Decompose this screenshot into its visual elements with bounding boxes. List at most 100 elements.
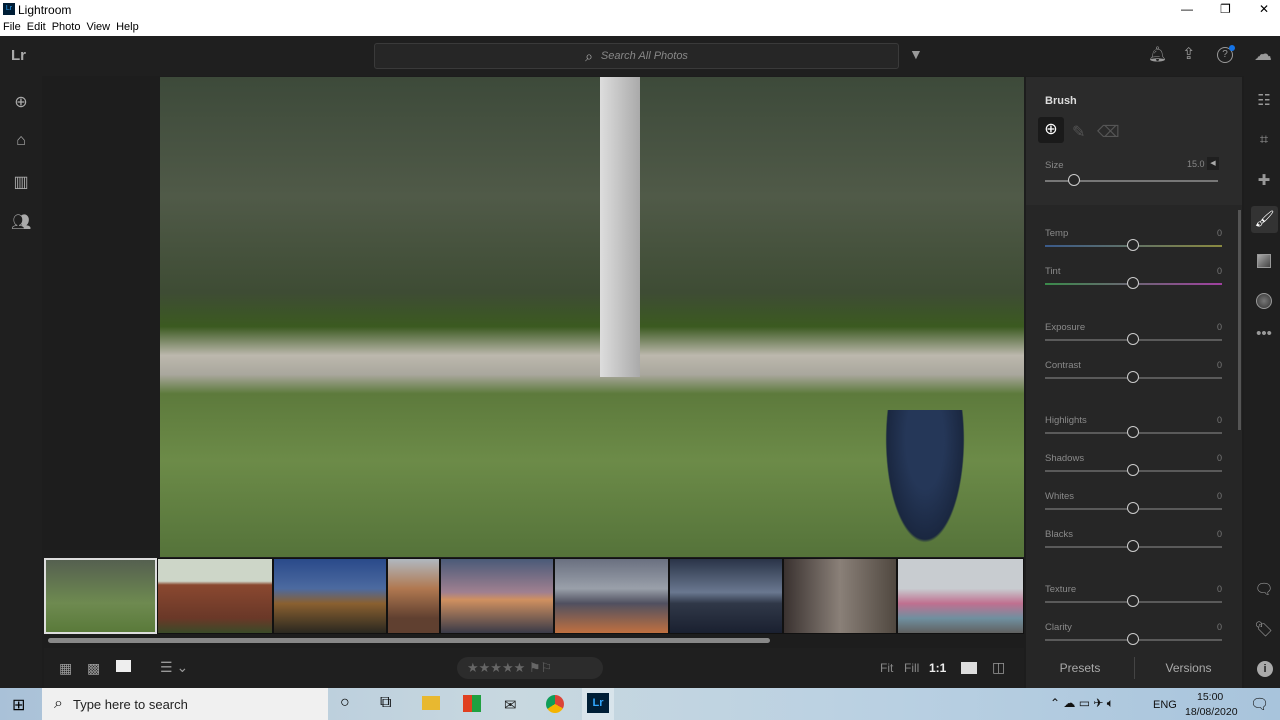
comment-icon[interactable]: 🗨︎ <box>1254 580 1274 600</box>
slider-knob[interactable] <box>1127 426 1139 438</box>
bottom-toolbar: ▦ ▩ ☰ ⌄ ★★★★★ ⚑⚐ Fit Fill 1:1 ◫ <box>44 648 1024 688</box>
window-title: Lightroom <box>18 3 72 17</box>
slider-knob[interactable] <box>1127 502 1139 514</box>
home-icon[interactable]: ⌂ <box>11 132 31 152</box>
zoom-1-1-button[interactable]: 1:1 <box>929 661 946 675</box>
slider-value[interactable]: 0 <box>1210 529 1222 539</box>
mail-icon[interactable]: ✉ <box>504 696 517 714</box>
compare-icon[interactable]: ◫ <box>992 659 1005 676</box>
notifications-icon[interactable]: 🗨︎ <box>1250 695 1269 713</box>
thumbnail[interactable] <box>44 558 157 634</box>
minimize-button[interactable]: — <box>1181 2 1193 16</box>
thumbnail[interactable] <box>387 558 440 634</box>
bell-icon[interactable]: 🔔︎ <box>1148 45 1167 63</box>
lightroom-taskbar-icon: Lr <box>587 693 609 713</box>
eraser-icon[interactable]: ⌫ <box>1097 122 1120 142</box>
size-slider-knob[interactable] <box>1068 174 1081 186</box>
thumbnail[interactable] <box>554 558 669 634</box>
slider-knob[interactable] <box>1127 277 1139 289</box>
slider-label: Blacks <box>1045 529 1073 540</box>
brush-add-icon[interactable]: ⊕ <box>1038 117 1064 143</box>
chrome-icon[interactable] <box>546 695 564 713</box>
search-input[interactable]: ⌕ Search All Photos <box>374 43 899 69</box>
slider-knob[interactable] <box>1127 464 1139 476</box>
sort-icon[interactable]: ☰ ⌄ <box>160 659 188 676</box>
presets-tab[interactable]: Presets <box>1026 661 1134 675</box>
menu-photo[interactable]: Photo <box>52 21 81 33</box>
store-icon[interactable] <box>463 695 481 712</box>
slider-value[interactable]: 0 <box>1210 228 1222 238</box>
slider-knob[interactable] <box>1127 371 1139 383</box>
clock-date[interactable]: 18/08/2020 <box>1185 706 1238 718</box>
taskbar-search-placeholder: Type here to search <box>72 696 188 712</box>
slider-value[interactable]: 0 <box>1210 266 1222 276</box>
task-view-icon[interactable]: ⧉ <box>380 694 391 712</box>
library-icon[interactable]: ▥ <box>11 172 31 192</box>
linear-gradient-icon[interactable] <box>1257 254 1271 268</box>
language-indicator[interactable]: ENG <box>1153 699 1177 711</box>
brush-paint-icon[interactable]: ✎ <box>1072 122 1085 142</box>
brush-tool-icon[interactable]: 🖌︎ <box>1251 206 1278 233</box>
slider-knob[interactable] <box>1127 595 1139 607</box>
thumbnail[interactable] <box>157 558 273 634</box>
slider-value[interactable]: 0 <box>1210 491 1222 501</box>
tray-icons[interactable]: ⌃ ☁ ▭ ✈ 🔈︎ <box>1050 696 1114 711</box>
grid-small-icon[interactable]: ▦ <box>59 660 72 677</box>
crop-icon[interactable]: ⌗ <box>1254 131 1274 151</box>
slider-value[interactable]: 0 <box>1210 453 1222 463</box>
taskbar-search-input[interactable]: ⌕ Type here to search <box>42 688 328 720</box>
people-icon[interactable]: 👥︎ <box>11 212 31 232</box>
edit-sliders-icon[interactable]: ☷ <box>1254 91 1274 111</box>
slider-value[interactable]: 0 <box>1210 622 1222 632</box>
cloud-icon[interactable]: ☁ <box>1254 44 1272 65</box>
menu-help[interactable]: Help <box>116 21 139 33</box>
panel-scrollbar[interactable] <box>1238 210 1241 430</box>
search-icon: ⌕ <box>54 695 63 712</box>
detail-view-icon[interactable] <box>116 660 131 672</box>
healing-icon[interactable]: ✚ <box>1254 171 1274 191</box>
more-icon[interactable]: ••• <box>1254 325 1274 345</box>
menu-file[interactable]: File <box>3 21 21 33</box>
menu-edit[interactable]: Edit <box>27 21 46 33</box>
thumbnail[interactable] <box>273 558 387 634</box>
size-collapse-icon[interactable]: ◀ <box>1207 157 1219 170</box>
maximize-button[interactable]: ❐ <box>1220 2 1231 16</box>
clock-time[interactable]: 15:00 <box>1197 691 1223 703</box>
filter-icon[interactable]: ▼ <box>909 46 923 62</box>
close-button[interactable]: ✕ <box>1259 2 1269 16</box>
thumbnail[interactable] <box>897 558 1024 634</box>
slider-label: Texture <box>1045 584 1077 595</box>
filmstrip-scrollbar[interactable] <box>48 638 770 643</box>
info-icon[interactable]: i <box>1257 661 1273 677</box>
slider-value[interactable]: 0 <box>1210 322 1222 332</box>
slider-label: Tint <box>1045 266 1061 277</box>
slider-knob[interactable] <box>1127 333 1139 345</box>
grid-large-icon[interactable]: ▩ <box>87 660 100 677</box>
slider-value[interactable]: 0 <box>1210 415 1222 425</box>
radial-gradient-icon[interactable] <box>1256 293 1272 309</box>
cortana-icon[interactable]: ○ <box>340 694 350 712</box>
slider-value[interactable]: 0 <box>1210 584 1222 594</box>
add-photos-icon[interactable]: ⊕ <box>11 92 31 112</box>
filmstrip-toggle-icon[interactable] <box>961 662 977 674</box>
menu-view[interactable]: View <box>86 21 110 33</box>
rating-flags[interactable]: ★★★★★ ⚑⚐ <box>457 657 603 679</box>
file-explorer-icon[interactable] <box>422 696 440 710</box>
slider-value[interactable]: 0 <box>1210 360 1222 370</box>
windows-start-icon[interactable]: ⊞ <box>12 695 25 715</box>
fit-button[interactable]: Fit <box>880 661 893 675</box>
share-icon[interactable]: ⇪ <box>1182 44 1195 64</box>
slider-knob[interactable] <box>1127 540 1139 552</box>
app-icon: Lr <box>3 3 15 15</box>
tag-icon[interactable]: 🏷︎ <box>1254 620 1274 640</box>
thumbnail[interactable] <box>669 558 783 634</box>
thumbnail[interactable] <box>783 558 897 634</box>
slider-knob[interactable] <box>1127 239 1139 251</box>
versions-tab[interactable]: Versions <box>1135 661 1242 675</box>
slider-label: Exposure <box>1045 322 1086 333</box>
thumbnail[interactable] <box>440 558 554 634</box>
title-bar: Lr Lightroom — ❐ ✕ <box>0 0 1280 18</box>
fill-button[interactable]: Fill <box>904 661 919 675</box>
size-value[interactable]: 15.0 <box>1187 159 1205 169</box>
slider-knob[interactable] <box>1127 633 1139 645</box>
